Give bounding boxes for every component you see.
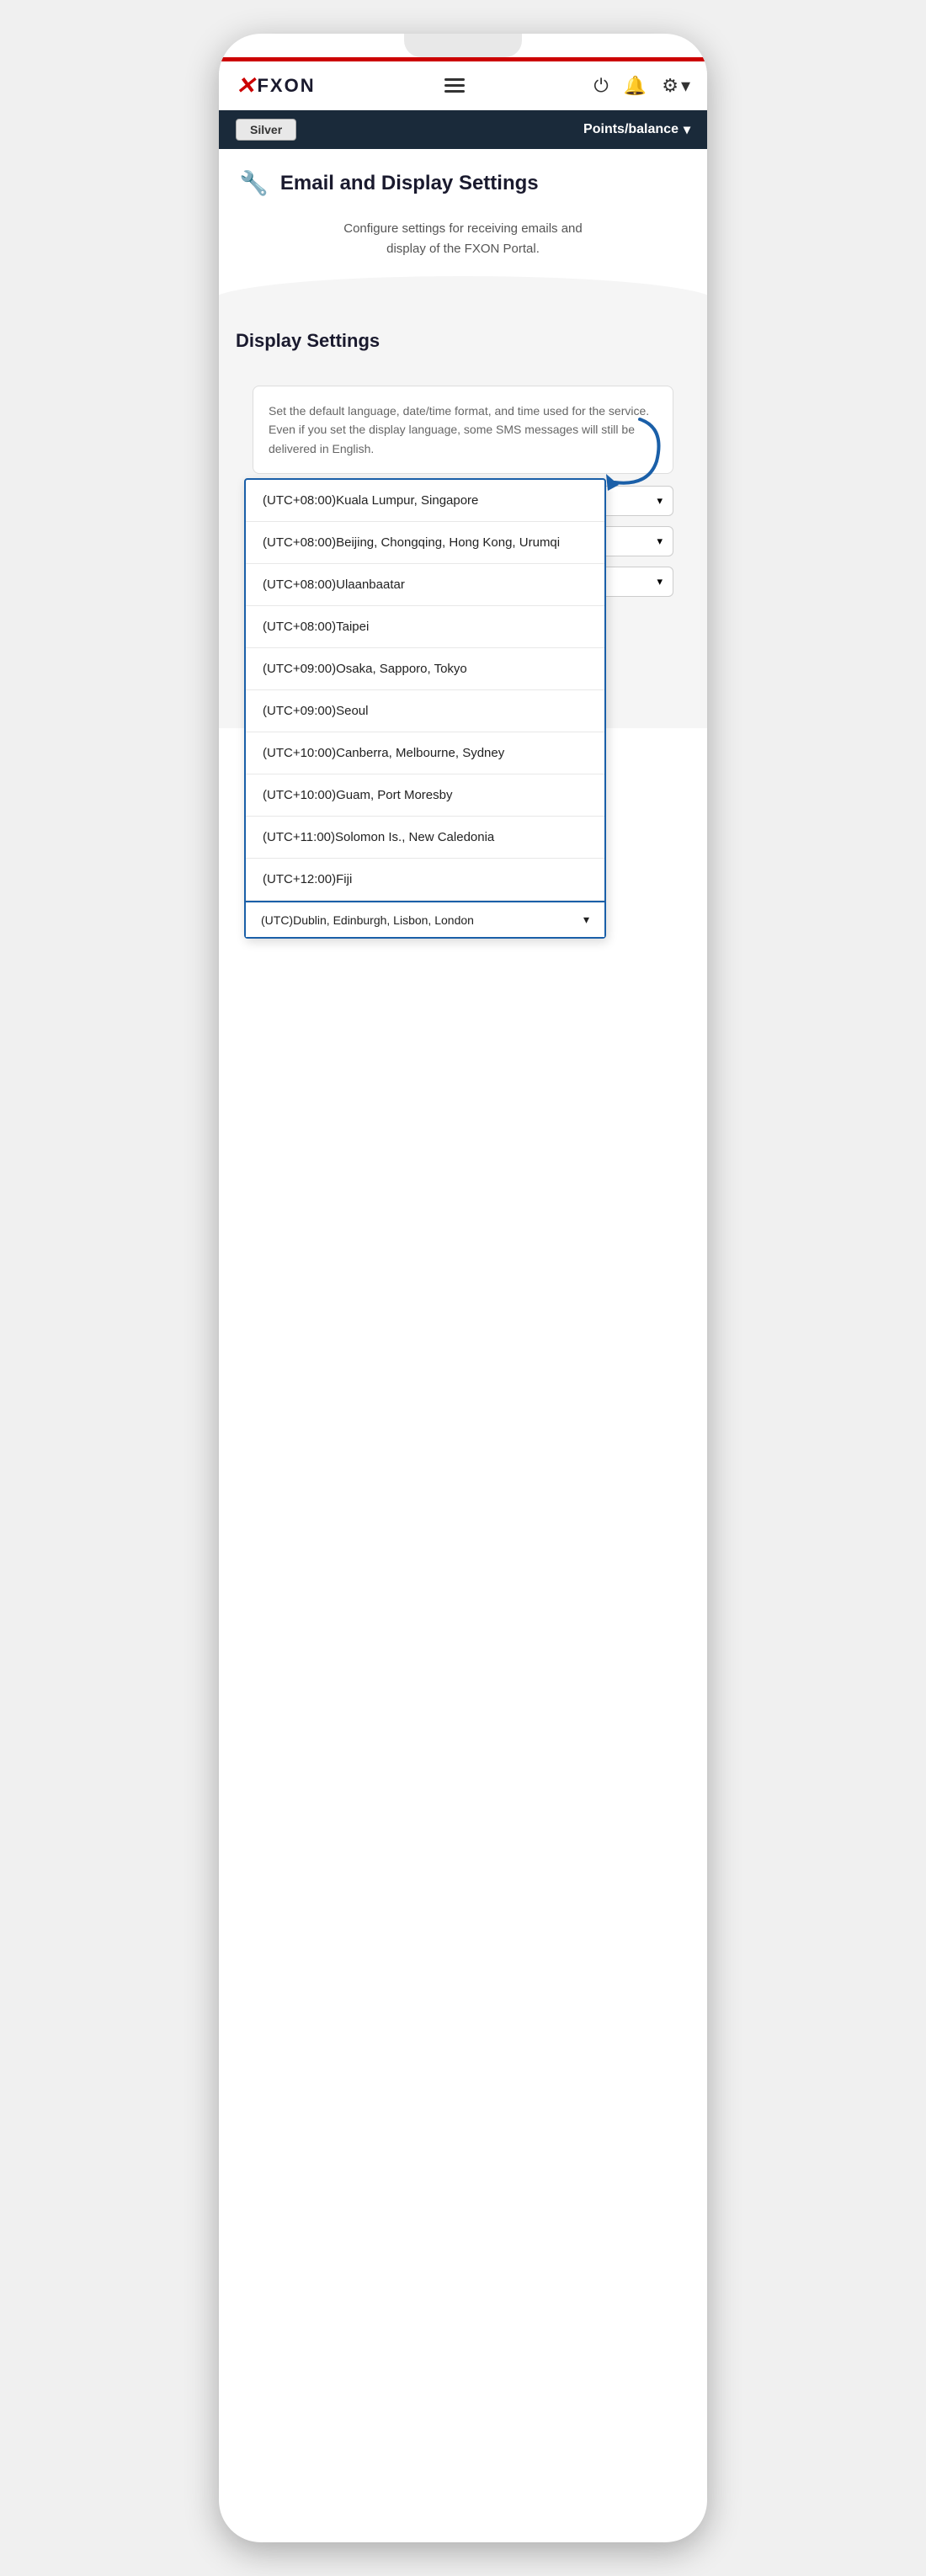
logo-text: FXON [257,75,315,97]
nav-bar: Silver Points/balance ▾ [219,110,707,149]
timezone-option-5[interactable]: (UTC+09:00)Seoul [246,690,604,732]
service-type-arrow: ▾ [657,575,663,588]
page-title-area: 🔧 Email and Display Settings Configure s… [219,149,707,276]
date-format-arrow: ▾ [657,535,663,548]
silver-badge[interactable]: Silver [236,119,296,141]
phone-frame: ✕ FXON ⏻ 🔔 ⚙ ▾ Silver Points/balance ▾ 🔧 [219,34,707,2542]
timezone-footer-arrow: ▾ [583,913,589,927]
main-content: Display Settings Set the default languag… [219,310,707,728]
page-subtitle: Configure settings for receiving emails … [239,210,687,276]
timezone-option-1[interactable]: (UTC+08:00)Beijing, Chongqing, Hong Kong… [246,522,604,564]
timezone-option-6[interactable]: (UTC+10:00)Canberra, Melbourne, Sydney [246,732,604,774]
timezone-option-4[interactable]: (UTC+09:00)Osaka, Sapporo, Tokyo [246,648,604,690]
points-balance-button[interactable]: Points/balance ▾ [583,121,690,138]
description-text: Set the default language, date/time form… [269,404,649,455]
gear-icon[interactable]: ⚙ ▾ [662,75,690,97]
timezone-dropdown-footer[interactable]: (UTC)Dublin, Edinburgh, Lisbon, London ▾ [246,901,604,937]
hamburger-menu[interactable] [444,78,465,93]
timezone-selected-value: (UTC)Dublin, Edinburgh, Lisbon, London [261,913,474,927]
timezone-option-8[interactable]: (UTC+11:00)Solomon Is., New Caledonia [246,817,604,859]
power-icon[interactable]: ⏻ [593,75,608,97]
header-icons: ⏻ 🔔 ⚙ ▾ [593,75,690,97]
wave-divider [219,276,707,310]
timezone-option-2[interactable]: (UTC+08:00)Ulaanbaatar [246,564,604,606]
timezone-option-9[interactable]: (UTC+12:00)Fiji [246,859,604,901]
language-arrow: ▾ [657,494,663,508]
bell-icon[interactable]: 🔔 [624,75,647,97]
timezone-option-7[interactable]: (UTC+10:00)Guam, Port Moresby [246,774,604,817]
timezone-dropdown[interactable]: (UTC+08:00)Kuala Lumpur, Singapore (UTC+… [244,478,606,939]
timezone-option-0[interactable]: (UTC+08:00)Kuala Lumpur, Singapore [246,480,604,522]
page-title-row: 🔧 Email and Display Settings [239,169,687,197]
section-title: Display Settings [236,330,690,352]
description-box: Set the default language, date/time form… [253,386,673,474]
timezone-option-3[interactable]: (UTC+08:00)Taipei [246,606,604,648]
logo: ✕ FXON [236,72,316,99]
content-area: Set the default language, date/time form… [236,369,690,708]
phone-notch [404,34,522,57]
app-header: ✕ FXON ⏻ 🔔 ⚙ ▾ [219,61,707,110]
logo-x-icon: ✕ [236,72,255,99]
wrench-icon: 🔧 [239,169,269,197]
page-title: Email and Display Settings [280,172,539,195]
